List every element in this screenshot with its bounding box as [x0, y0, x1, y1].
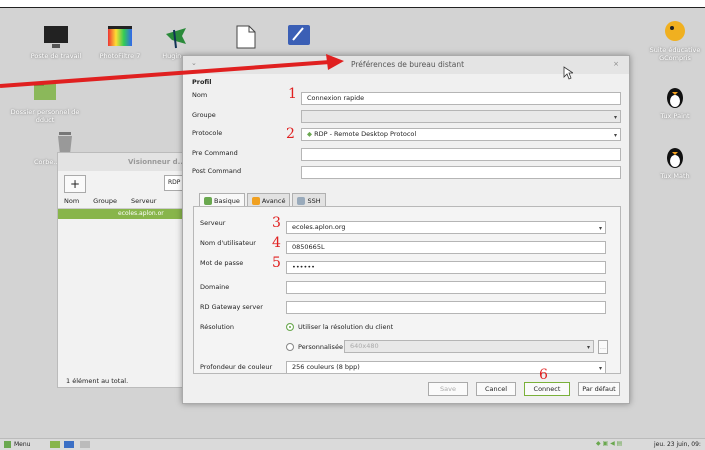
annotation-arrow	[0, 54, 344, 88]
mouse-cursor-icon	[563, 66, 573, 80]
clock[interactable]: jeu. 23 juin, 09:	[654, 441, 701, 448]
desktop: Poste de travail PhotoFiltre 7 Hugin-...…	[0, 0, 705, 450]
tray-icons[interactable]: ◆ ▣ ◀ ▤	[596, 440, 622, 447]
menu-icon[interactable]	[4, 441, 11, 448]
taskbar-app-icon[interactable]	[80, 441, 90, 448]
taskbar-app-icon[interactable]	[50, 441, 60, 448]
menu-button[interactable]: Menu	[14, 441, 30, 448]
taskbar: Menu ◆ ▣ ◀ ▤ jeu. 23 juin, 09:	[0, 438, 705, 450]
taskbar-app-icon[interactable]	[64, 441, 74, 448]
